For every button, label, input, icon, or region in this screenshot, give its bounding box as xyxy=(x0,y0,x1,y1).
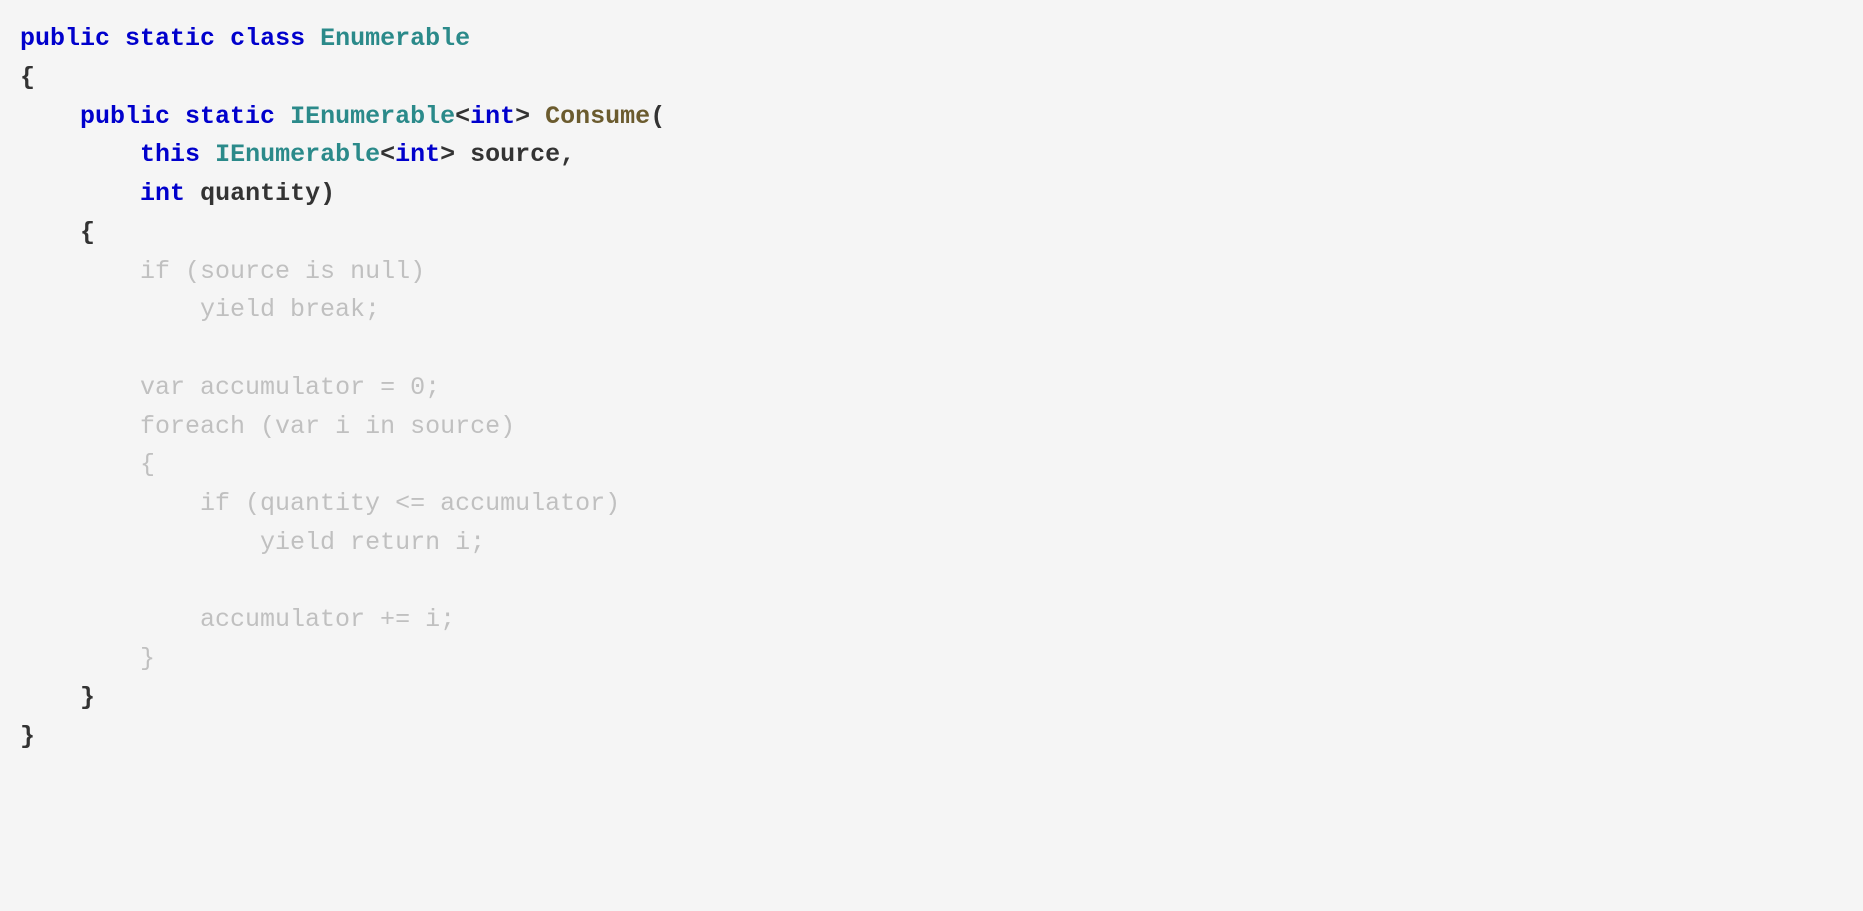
code-line: var accumulator = 0; xyxy=(20,373,440,402)
keyword-this: this xyxy=(140,140,200,169)
keyword-public: public xyxy=(80,102,170,131)
paren: ) xyxy=(320,179,335,208)
code-line: foreach (var i in source) xyxy=(20,412,515,441)
angle-bracket: > xyxy=(515,102,530,131)
faded-code: accumulator += i; xyxy=(200,605,455,634)
faded-code: var accumulator = 0; xyxy=(140,373,440,402)
faded-code: if (quantity <= accumulator) xyxy=(200,489,620,518)
code-line: } xyxy=(20,644,155,673)
code-line: yield break; xyxy=(20,295,380,324)
keyword-public: public xyxy=(20,24,110,53)
type-name: Enumerable xyxy=(320,24,470,53)
paren: ( xyxy=(650,102,665,131)
keyword-int: int xyxy=(140,179,185,208)
brace: } xyxy=(20,722,35,751)
code-line: this IEnumerable<int> source, xyxy=(20,140,575,169)
type-name: IEnumerable xyxy=(290,102,455,131)
code-line: } xyxy=(20,722,35,751)
code-line: accumulator += i; xyxy=(20,605,455,634)
code-line: public static IEnumerable<int> Consume( xyxy=(20,102,665,131)
code-line: if (quantity <= accumulator) xyxy=(20,489,620,518)
angle-bracket: < xyxy=(455,102,470,131)
code-line: } xyxy=(20,683,95,712)
keyword-int: int xyxy=(470,102,515,131)
keyword-static: static xyxy=(185,102,275,131)
method-name: Consume xyxy=(545,102,650,131)
keyword-static: static xyxy=(125,24,215,53)
code-line: if (source is null) xyxy=(20,257,425,286)
code-line: { xyxy=(20,450,155,479)
keyword-class: class xyxy=(230,24,305,53)
code-line: { xyxy=(20,63,35,92)
comma: , xyxy=(560,140,575,169)
faded-code: } xyxy=(140,644,155,673)
code-line: { xyxy=(20,218,95,247)
type-name: IEnumerable xyxy=(215,140,380,169)
faded-code: yield break; xyxy=(200,295,380,324)
brace: } xyxy=(80,683,95,712)
brace: { xyxy=(80,218,95,247)
faded-code: if (source is null) xyxy=(140,257,425,286)
code-line: yield return i; xyxy=(20,528,485,557)
faded-code: foreach (var i in source) xyxy=(140,412,515,441)
code-line: int quantity) xyxy=(20,179,335,208)
faded-code: { xyxy=(140,450,155,479)
angle-bracket: < xyxy=(380,140,395,169)
brace: { xyxy=(20,63,35,92)
angle-bracket: > xyxy=(440,140,455,169)
keyword-int: int xyxy=(395,140,440,169)
parameter: quantity xyxy=(200,179,320,208)
code-block: public static class Enumerable { public … xyxy=(20,20,1843,756)
parameter: source xyxy=(470,140,560,169)
faded-code: yield return i; xyxy=(260,528,485,557)
code-line: public static class Enumerable xyxy=(20,24,470,53)
